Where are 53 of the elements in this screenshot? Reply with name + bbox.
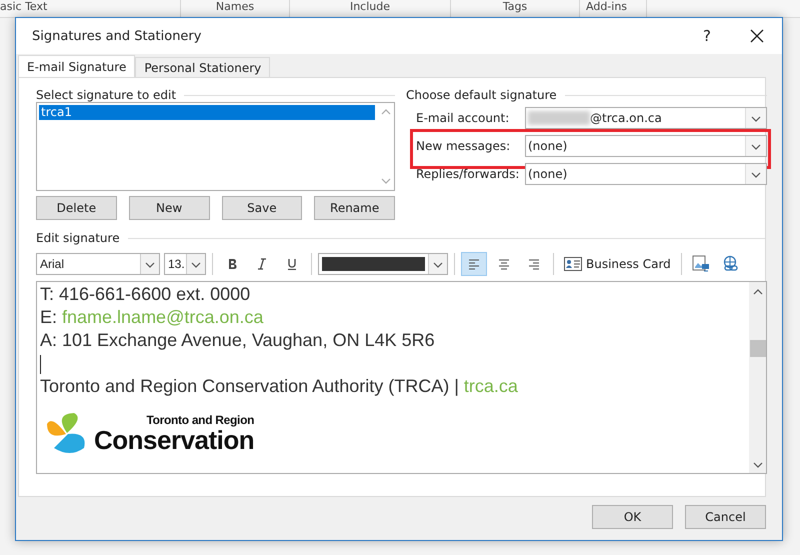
tab[interactable]: Personal Stationery	[135, 57, 270, 77]
dropdown[interactable]: (none)	[525, 135, 767, 157]
field-label: E-mail account:	[416, 111, 510, 125]
align-right-icon	[527, 258, 541, 270]
logo-text: Toronto and Region	[146, 414, 254, 426]
ribbon-group-label: Include	[350, 0, 390, 14]
contact-card-icon	[564, 257, 582, 271]
signature-line: A: 101 Exchange Avenue, Vaughan, ON L4K 5R6	[40, 329, 436, 352]
signature-line: Toronto and Region Conservation Authority (TRCA) | trca.ca	[40, 375, 519, 398]
section-heading: Edit signature	[36, 231, 120, 245]
dialog-button[interactable]: Cancel	[685, 505, 766, 529]
signature-line: T: 416-661-6600 ext. 0000	[40, 283, 252, 306]
font-size-dropdown[interactable]: 13.	[164, 253, 206, 275]
italic-icon	[256, 258, 268, 270]
field-label: Replies/forwards:	[416, 167, 520, 181]
signature-action-button[interactable]: Save	[222, 196, 302, 220]
ribbon-group-label: Names	[216, 0, 254, 14]
align-center-icon	[497, 258, 511, 270]
business-card-button[interactable]: Business Card	[560, 252, 675, 276]
section-heading: Choose default signature	[406, 88, 557, 102]
tab[interactable]: E-mail Signature	[18, 55, 136, 77]
align-left-icon	[467, 258, 481, 270]
ribbon-group-label: asic Text	[0, 0, 48, 14]
dialog-button[interactable]: OK	[592, 505, 673, 529]
globe-link-icon	[722, 255, 740, 273]
help-button[interactable]: ?	[682, 21, 732, 51]
underline-icon	[286, 258, 298, 270]
picture-monitor-icon	[692, 255, 710, 273]
signature-editor[interactable]: T: 416-661-6600 ext. 0000 E: fname.lname@trca.on.ca A: 101 Exchange Avenue, Vaughan, ON L4K 5R6 Toronto and Region Conservation Authority (TRCA) | trca.ca Toronto and Region Conservation	[36, 281, 767, 474]
close-icon	[750, 29, 764, 43]
scrollbar-thumb[interactable]	[750, 340, 766, 357]
section-heading: Select signature to edit	[36, 88, 176, 102]
align-left-button[interactable]	[461, 252, 487, 276]
field-label: New messages:	[416, 139, 512, 153]
signature-list[interactable]: trca1	[36, 102, 395, 191]
scrollbar[interactable]	[749, 282, 766, 473]
font-color-dropdown[interactable]	[318, 253, 448, 275]
dropdown-value: (none)	[528, 139, 568, 153]
dropdown-value: (none)	[528, 167, 568, 181]
dropdown[interactable]: (none)	[525, 163, 767, 185]
logo-text: Conservation	[94, 426, 254, 452]
ribbon-group-label: Tags	[502, 0, 528, 14]
window-title: Signatures and Stationery	[32, 28, 202, 44]
signature-action-button[interactable]: New	[128, 196, 210, 220]
ribbon-group-label: Add-ins	[586, 0, 628, 14]
dropdown-value: @trca.on.ca	[590, 111, 662, 125]
font-dropdown[interactable]: Arial	[36, 253, 160, 275]
dropdown[interactable]: @trca.on.ca	[525, 107, 767, 129]
signature-action-button[interactable]: Rename	[314, 196, 395, 220]
bold-icon	[226, 258, 238, 270]
signature-line: E: fname.lname@trca.on.ca	[40, 306, 264, 329]
signature-action-button[interactable]: Delete	[36, 196, 117, 220]
signature-item[interactable]: trca1	[39, 105, 375, 120]
